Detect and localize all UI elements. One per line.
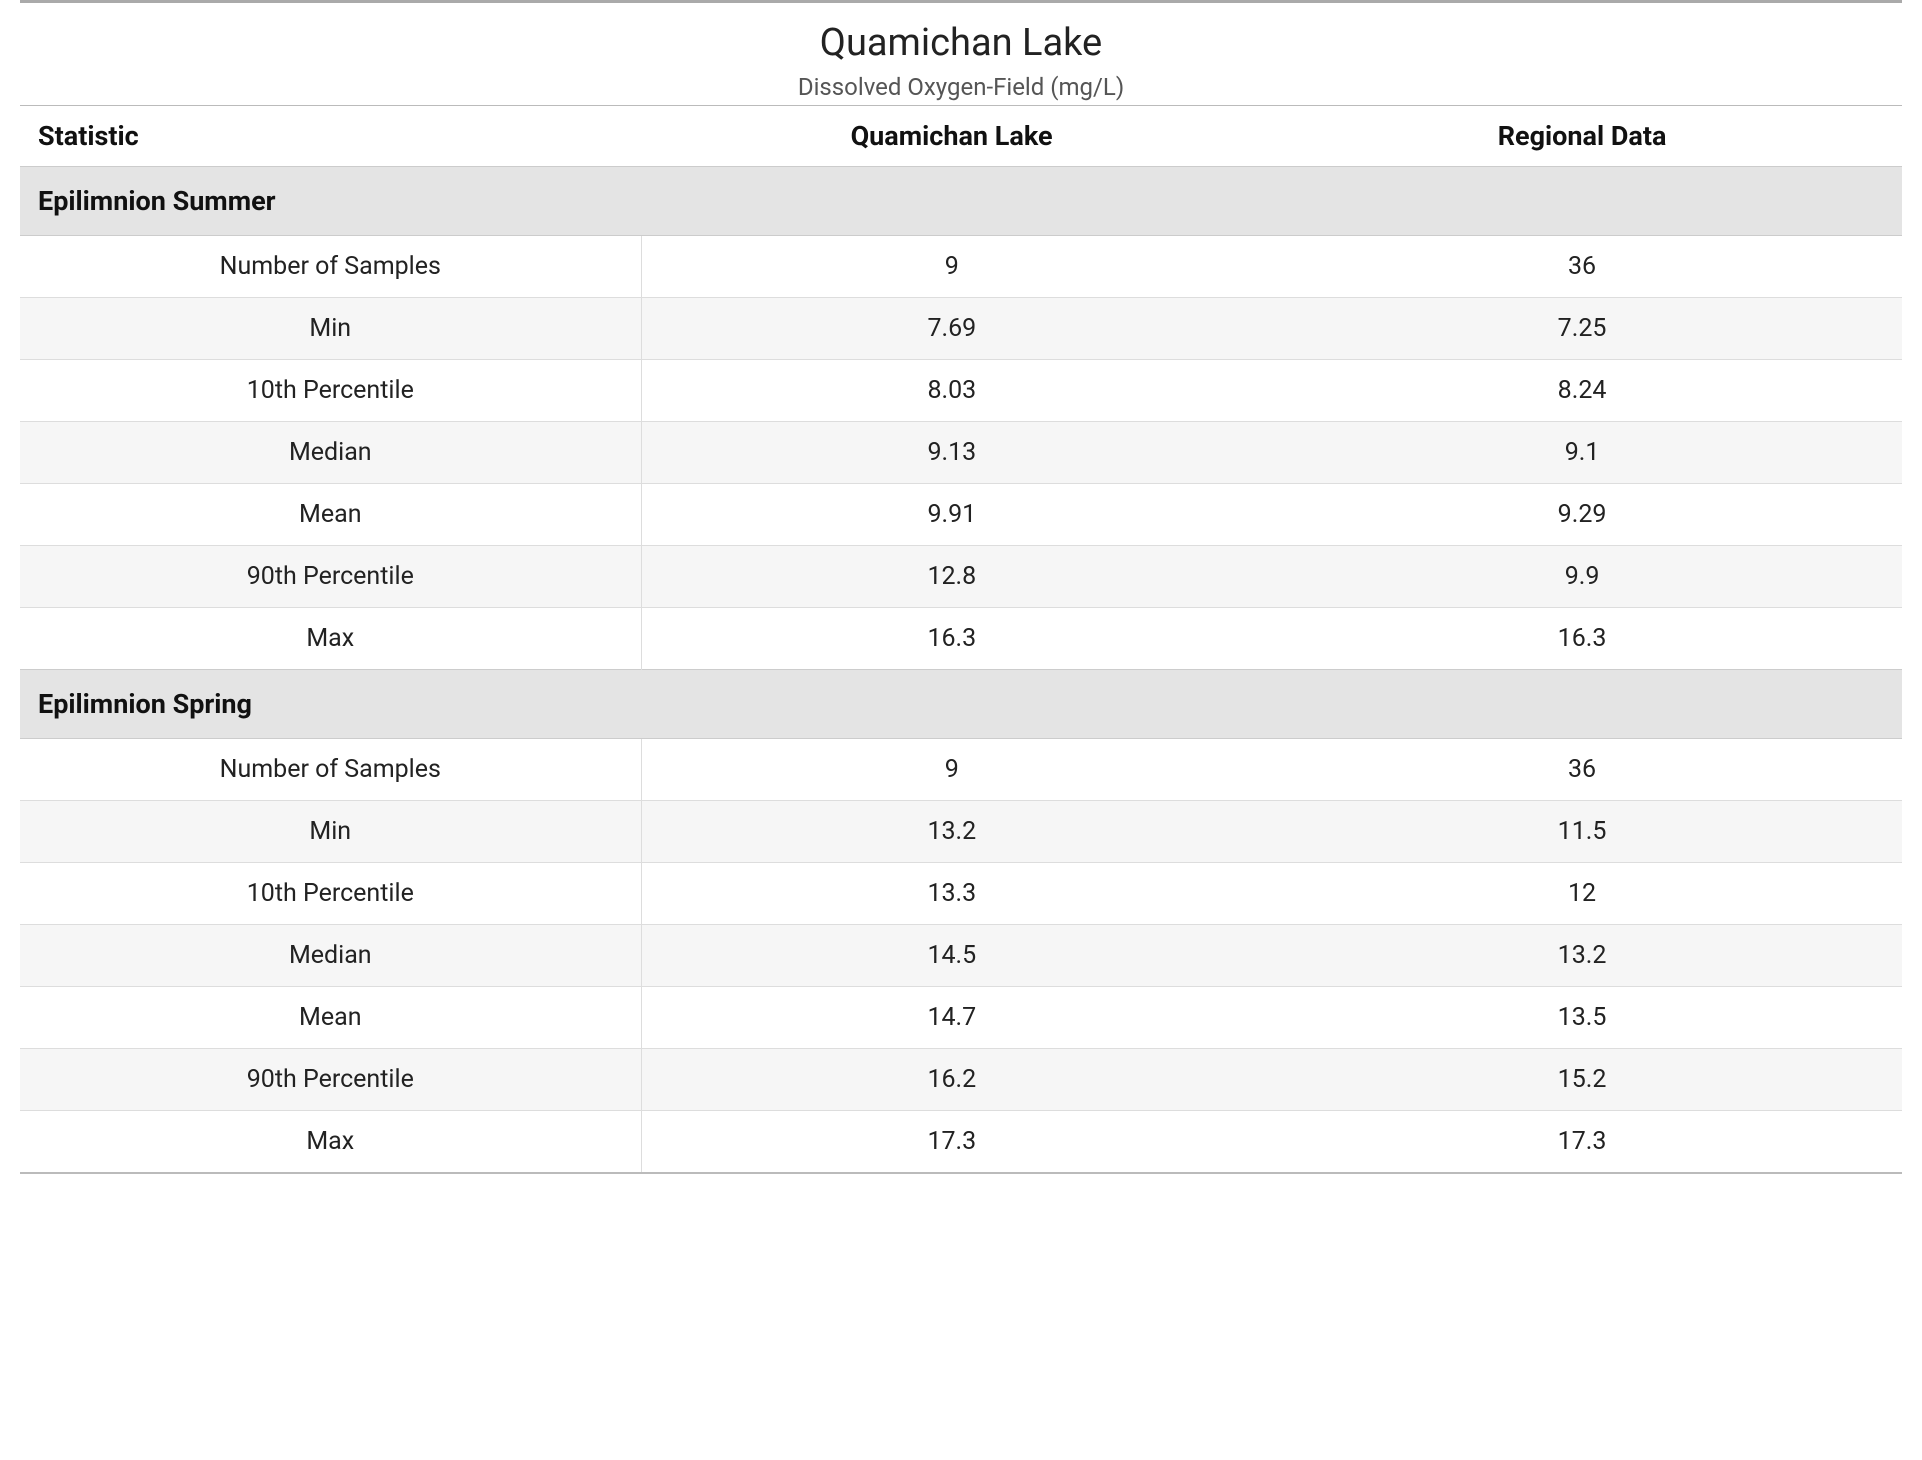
table-row: Number of Samples936	[20, 235, 1902, 297]
site-value-cell: 7.69	[641, 297, 1262, 359]
stat-name-cell: Min	[20, 800, 641, 862]
table-row: 90th Percentile12.89.9	[20, 545, 1902, 607]
regional-value-cell: 7.25	[1262, 297, 1902, 359]
site-value-cell: 8.03	[641, 359, 1262, 421]
stat-name-cell: 10th Percentile	[20, 862, 641, 924]
regional-value-cell: 8.24	[1262, 359, 1902, 421]
table-row: Min7.697.25	[20, 297, 1902, 359]
stat-name-cell: 90th Percentile	[20, 545, 641, 607]
regional-value-cell: 13.2	[1262, 924, 1902, 986]
table-row: Max17.317.3	[20, 1110, 1902, 1173]
stat-name-cell: Number of Samples	[20, 738, 641, 800]
table-row: Max16.316.3	[20, 607, 1902, 669]
stat-name-cell: Mean	[20, 986, 641, 1048]
table-subtitle: Dissolved Oxygen-Field (mg/L)	[30, 73, 1892, 101]
regional-value-cell: 9.9	[1262, 545, 1902, 607]
table-row: Mean14.713.5	[20, 986, 1902, 1048]
stat-name-cell: Max	[20, 607, 641, 669]
table-row: Number of Samples936	[20, 738, 1902, 800]
table-title: Quamichan Lake	[30, 21, 1892, 67]
regional-value-cell: 36	[1262, 738, 1902, 800]
section-header-row: Epilimnion Summer	[20, 166, 1902, 235]
stat-name-cell: Min	[20, 297, 641, 359]
table-row: Min13.211.5	[20, 800, 1902, 862]
site-value-cell: 17.3	[641, 1110, 1262, 1173]
regional-value-cell: 11.5	[1262, 800, 1902, 862]
site-value-cell: 14.5	[641, 924, 1262, 986]
regional-value-cell: 17.3	[1262, 1110, 1902, 1173]
stat-name-cell: Number of Samples	[20, 235, 641, 297]
col-header-site: Quamichan Lake	[641, 105, 1262, 166]
regional-value-cell: 36	[1262, 235, 1902, 297]
site-value-cell: 13.3	[641, 862, 1262, 924]
section-header: Epilimnion Summer	[20, 166, 1902, 235]
stat-name-cell: Mean	[20, 483, 641, 545]
site-value-cell: 9	[641, 235, 1262, 297]
col-header-statistic: Statistic	[20, 105, 641, 166]
regional-value-cell: 13.5	[1262, 986, 1902, 1048]
site-value-cell: 16.2	[641, 1048, 1262, 1110]
stats-table-container: Quamichan Lake Dissolved Oxygen-Field (m…	[20, 0, 1902, 1174]
site-value-cell: 12.8	[641, 545, 1262, 607]
table-row: 10th Percentile13.312	[20, 862, 1902, 924]
stat-name-cell: Max	[20, 1110, 641, 1173]
regional-value-cell: 16.3	[1262, 607, 1902, 669]
site-value-cell: 14.7	[641, 986, 1262, 1048]
table-row: Median9.139.1	[20, 421, 1902, 483]
regional-value-cell: 15.2	[1262, 1048, 1902, 1110]
site-value-cell: 13.2	[641, 800, 1262, 862]
table-title-cell: Quamichan Lake Dissolved Oxygen-Field (m…	[20, 3, 1902, 105]
section-header-row: Epilimnion Spring	[20, 669, 1902, 738]
table-row: Median14.513.2	[20, 924, 1902, 986]
regional-value-cell: 12	[1262, 862, 1902, 924]
stat-name-cell: 10th Percentile	[20, 359, 641, 421]
column-header-row: Statistic Quamichan Lake Regional Data	[20, 105, 1902, 166]
section-header: Epilimnion Spring	[20, 669, 1902, 738]
regional-value-cell: 9.29	[1262, 483, 1902, 545]
table-body: Epilimnion SummerNumber of Samples936Min…	[20, 166, 1902, 1173]
site-value-cell: 9.13	[641, 421, 1262, 483]
table-row: 90th Percentile16.215.2	[20, 1048, 1902, 1110]
table-row: 10th Percentile8.038.24	[20, 359, 1902, 421]
site-value-cell: 16.3	[641, 607, 1262, 669]
table-row: Mean9.919.29	[20, 483, 1902, 545]
stats-table: Quamichan Lake Dissolved Oxygen-Field (m…	[20, 0, 1902, 1174]
regional-value-cell: 9.1	[1262, 421, 1902, 483]
stat-name-cell: 90th Percentile	[20, 1048, 641, 1110]
site-value-cell: 9.91	[641, 483, 1262, 545]
site-value-cell: 9	[641, 738, 1262, 800]
col-header-regional: Regional Data	[1262, 105, 1902, 166]
stat-name-cell: Median	[20, 924, 641, 986]
stat-name-cell: Median	[20, 421, 641, 483]
